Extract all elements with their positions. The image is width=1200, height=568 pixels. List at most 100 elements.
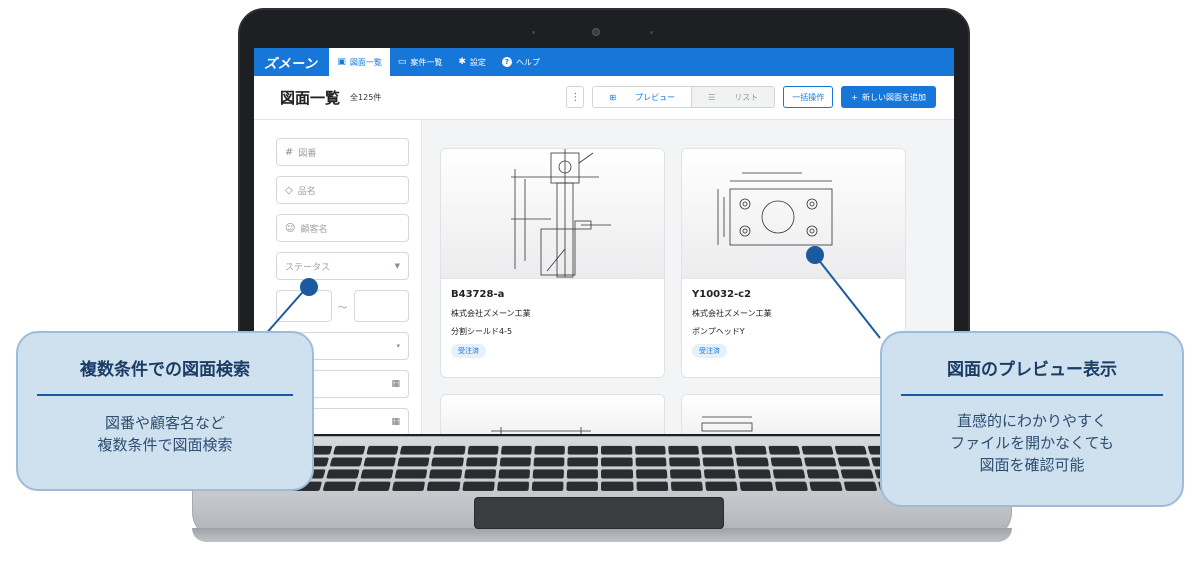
product-name: ポンプヘッドY: [692, 327, 745, 336]
drawing-card[interactable]: B43728-a 株式会社ズメーン工業 分割シールド4-5 受注済: [440, 148, 665, 378]
keyboard-key: [806, 469, 840, 479]
keyboard-key: [325, 469, 360, 479]
keyboard-key: [429, 469, 462, 479]
sensor-dot: [650, 31, 653, 34]
keyboard-key: [467, 445, 499, 455]
drawing-number-input[interactable]: # 図番: [276, 138, 409, 166]
nav-settings-label: 設定: [469, 57, 486, 67]
keyboard-key: [498, 469, 531, 479]
customer-name-placeholder: 顧客名: [300, 224, 328, 235]
drawing-card[interactable]: [440, 394, 665, 434]
sensor-dot: [532, 31, 535, 34]
keyboard-key: [809, 481, 843, 491]
laptop-base-edge: [192, 528, 1012, 542]
nav-drawings-label: 図面一覧: [349, 57, 382, 67]
customer-name-input[interactable]: ☺ 顧客名: [276, 214, 409, 242]
range-separator: 〜: [337, 302, 348, 314]
keyboard-key: [738, 469, 771, 479]
keyboard-key: [834, 445, 868, 455]
drawings-icon: ▣: [337, 57, 346, 67]
add-drawing-label: 新しい図面を追加: [862, 92, 926, 102]
callout-divider: [37, 394, 293, 396]
company-name: 株式会社ズメーン工業: [451, 309, 531, 318]
status-badge: 受注済: [451, 344, 486, 358]
add-drawing-button[interactable]: + 新しい図面を追加: [841, 86, 936, 108]
preview-view-button[interactable]: ⊞ プレビュー: [593, 87, 693, 107]
keyboard-key: [461, 481, 495, 491]
drawing-preview: [682, 395, 905, 434]
preview-feature-callout: 図面のプレビュー表示 直感的にわかりやすく ファイルを開かなくても 図面を確認可…: [880, 331, 1184, 507]
product-name-input[interactable]: ◇ 品名: [276, 176, 409, 204]
keyboard-key: [703, 469, 737, 479]
status-badge: 受注済: [692, 344, 727, 358]
keyboard-key: [668, 445, 700, 455]
status-select[interactable]: ステータス ▼: [276, 252, 409, 280]
nav-help[interactable]: ? ヘルプ: [494, 48, 548, 76]
keyboard-key: [736, 457, 769, 467]
grid-icon: ⊞: [609, 92, 617, 102]
keyboard-key: [801, 445, 834, 455]
keyboard-key: [567, 457, 599, 467]
callout-title: 図面のプレビュー表示: [947, 360, 1117, 380]
keyboard-key: [803, 457, 837, 467]
drawing-card[interactable]: [681, 394, 906, 434]
keyboard-key: [399, 445, 433, 455]
keyboard-key: [634, 445, 666, 455]
keyboard-key: [772, 469, 806, 479]
hash-icon: #: [285, 146, 294, 158]
callout-text: 図面を確認可能: [979, 456, 1085, 474]
keyboard-key: [705, 481, 739, 491]
keyboard-key: [767, 445, 801, 455]
keyboard-key: [701, 445, 733, 455]
keyboard-key: [392, 481, 426, 491]
keyboard-key: [332, 445, 366, 455]
technical-drawing-image: [717, 172, 833, 246]
customer-icon: ☺: [285, 222, 296, 234]
keyboard-key: [426, 481, 461, 491]
page-title: 図面一覧: [280, 89, 341, 107]
keyboard-key: [567, 445, 599, 455]
calendar-icon: ▦: [391, 379, 400, 389]
drawing-code: B43728-a: [451, 289, 505, 300]
drawing-card[interactable]: Y10032-c2 株式会社ズメーン工業 ポンプヘッドY 受注済: [681, 148, 906, 378]
list-view-button[interactable]: ☰ リスト: [692, 87, 775, 107]
range-end-input[interactable]: [353, 290, 409, 322]
calendar-icon: ▦: [391, 417, 400, 427]
keyboard-key: [770, 457, 803, 467]
app-screen: ズメーン ▣ 図面一覧 ▭ 案件一覧 ✱ 設定 ? ヘルプ 図面一覧 全125件…: [254, 48, 954, 434]
keyboard-key: [635, 469, 668, 479]
callout-text: ファイルを開かなくても: [950, 434, 1114, 452]
keyboard-key: [533, 457, 565, 467]
keyboard-key: [567, 469, 599, 479]
chevron-down-icon: ▼: [394, 262, 400, 270]
technical-drawing-image: [491, 427, 591, 434]
keyboard-key: [837, 457, 871, 467]
top-navigation: ズメーン ▣ 図面一覧 ▭ 案件一覧 ✱ 設定 ? ヘルプ: [254, 48, 954, 76]
tag-icon: ◇: [285, 184, 293, 196]
promo-illustration: ズメーン ▣ 図面一覧 ▭ 案件一覧 ✱ 設定 ? ヘルプ 図面一覧 全125件…: [0, 0, 1200, 568]
bulk-action-button[interactable]: 一括操作: [783, 86, 834, 108]
keyboard-key: [433, 445, 466, 455]
drawing-preview: [441, 395, 664, 434]
preview-view-label: プレビュー: [635, 92, 676, 102]
keyboard-key: [566, 481, 599, 491]
keyboard-key: [601, 469, 633, 479]
nav-drawings[interactable]: ▣ 図面一覧: [329, 48, 390, 76]
keyboard-key: [843, 481, 878, 491]
keyboard-key: [774, 481, 808, 491]
list-view-label: リスト: [734, 92, 759, 102]
keyboard-key: [363, 457, 397, 467]
keyboard-key: [465, 457, 498, 467]
keyboard-key: [840, 469, 875, 479]
more-options-button[interactable]: ⋮: [566, 86, 585, 108]
app-logo[interactable]: ズメーン: [254, 53, 329, 72]
help-icon: ?: [501, 57, 512, 67]
technical-drawing-image: [511, 149, 611, 278]
keyboard-key: [394, 469, 428, 479]
nav-projects[interactable]: ▭ 案件一覧: [390, 48, 451, 76]
keyboard-key: [397, 457, 430, 467]
keyboard-key: [670, 481, 704, 491]
keyboard-key: [636, 481, 669, 491]
nav-settings[interactable]: ✱ 設定: [450, 48, 494, 76]
company-name: 株式会社ズメーン工業: [692, 309, 772, 318]
